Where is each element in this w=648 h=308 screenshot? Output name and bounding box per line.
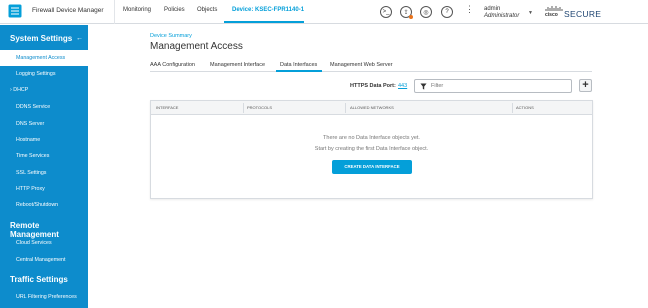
deploy-pending-badge	[409, 15, 413, 19]
brand-secure: SECURE	[564, 9, 602, 19]
sidebar-item-ddns-service[interactable]: DDNS Service	[0, 99, 88, 115]
terminal-icon[interactable]: >_	[380, 6, 392, 18]
create-data-interface-button[interactable]: CREATE DATA INTERFACE	[332, 160, 412, 174]
sidebar-item-label: DHCP	[13, 87, 29, 93]
breadcrumb[interactable]: Device Summary	[150, 33, 192, 39]
nav-policies[interactable]: Policies	[164, 7, 185, 13]
tab-data-interfaces[interactable]: Data Interfaces	[280, 62, 317, 68]
top-bar: Firewall Device Manager Monitoring Polic…	[0, 0, 648, 24]
sidebar-item-central-management[interactable]: Central Management	[0, 252, 88, 268]
nav-device[interactable]: Device: KSEC-FPR1140-1	[232, 7, 304, 13]
nav-objects[interactable]: Objects	[197, 7, 217, 13]
data-interfaces-table: Interface Protocols Allowed Networks Act…	[150, 100, 593, 199]
sidebar-item-time-services[interactable]: Time Services	[0, 148, 88, 164]
column-divider	[345, 103, 346, 113]
sidebar-item-reboot-shutdown[interactable]: Reboot/Shutdown	[0, 197, 88, 213]
cisco-logo-icon	[545, 6, 563, 11]
brand-cisco: cisco	[545, 12, 558, 18]
empty-state-hint: Start by creating the first Data Interfa…	[314, 146, 429, 152]
help-icon[interactable]: ?	[441, 6, 453, 18]
firewall-logo-icon	[8, 4, 22, 18]
filter-icon	[420, 83, 427, 90]
column-header-allowed-networks: Allowed Networks	[350, 105, 394, 110]
more-menu-icon[interactable]: ⋮	[465, 5, 474, 14]
tab-active-indicator	[276, 70, 322, 72]
sidebar-item-management-access[interactable]: Management Access	[0, 50, 88, 66]
sidebar: System Settings ← Management Access Logg…	[0, 25, 88, 308]
sidebar-item-dns-server[interactable]: DNS Server	[0, 116, 88, 132]
column-header-protocols: Protocols	[247, 105, 273, 110]
nav-monitoring[interactable]: Monitoring	[123, 7, 151, 13]
https-data-port-label: HTTPS Data Port:	[350, 83, 396, 89]
sidebar-item-ssl-settings[interactable]: SSL Settings	[0, 165, 88, 181]
sidebar-item-cloud-services[interactable]: Cloud Services	[0, 235, 88, 251]
sidebar-item-dhcp[interactable]: › DHCP	[0, 82, 88, 98]
section-traffic-settings: Traffic Settings	[10, 275, 68, 284]
column-header-actions: Actions	[516, 105, 534, 110]
tab-aaa-configuration[interactable]: AAA Configuration	[150, 62, 195, 68]
sidebar-item-logging-settings[interactable]: Logging Settings	[0, 66, 88, 82]
table-header: Interface Protocols Allowed Networks Act…	[151, 101, 592, 115]
user-menu-chevron-icon[interactable]: ▼	[528, 10, 533, 16]
tab-management-web-server[interactable]: Management Web Server	[330, 62, 393, 68]
sidebar-item-hostname[interactable]: Hostname	[0, 132, 88, 148]
empty-state-message: There are no Data Interface objects yet.	[323, 135, 420, 141]
column-header-interface: Interface	[156, 105, 179, 110]
collapse-arrow-icon[interactable]: ←	[76, 35, 83, 42]
tab-management-interface[interactable]: Management Interface	[210, 62, 265, 68]
filter-box	[414, 79, 572, 93]
filter-input[interactable]	[431, 83, 561, 89]
user-name[interactable]: admin	[484, 6, 500, 12]
divider	[114, 0, 115, 24]
nav-active-indicator	[224, 21, 304, 23]
sidebar-item-url-filtering-preferences[interactable]: URL Filtering Preferences	[0, 289, 88, 305]
section-system-settings: System Settings	[10, 34, 73, 43]
tab-bar: AAA Configuration Management Interface D…	[150, 57, 592, 72]
page-title: Management Access	[150, 41, 243, 52]
column-divider	[512, 103, 513, 113]
user-role[interactable]: Administrator	[484, 13, 519, 19]
tasks-icon[interactable]: ◎	[420, 6, 432, 18]
column-divider	[243, 103, 244, 113]
https-data-port-link[interactable]: 443	[398, 83, 407, 89]
sidebar-item-http-proxy[interactable]: HTTP Proxy	[0, 181, 88, 197]
add-button[interactable]: +	[579, 79, 592, 92]
app-title: Firewall Device Manager	[32, 7, 104, 14]
